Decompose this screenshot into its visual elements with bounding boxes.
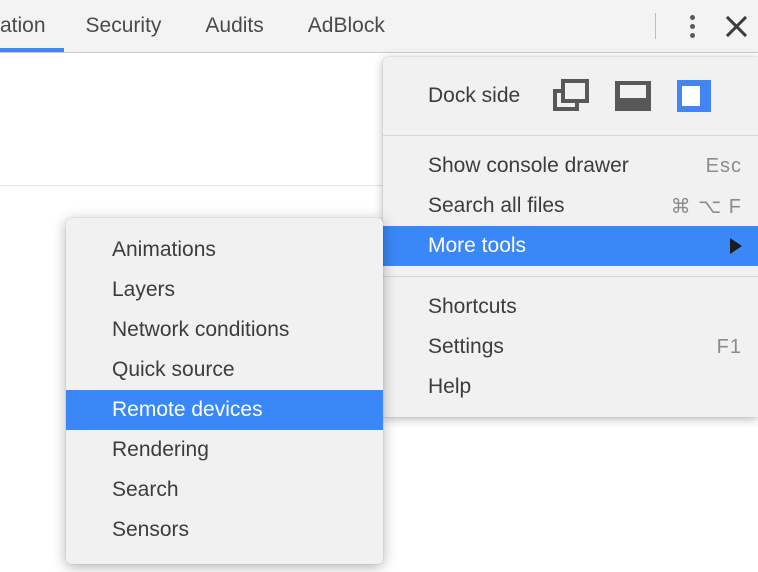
menu-item-label: Show console drawer xyxy=(428,154,629,177)
submenu-item-layers[interactable]: Layers xyxy=(66,270,383,310)
menu-item-label: Remote devices xyxy=(112,398,263,421)
dock-side-label: Dock side xyxy=(428,84,521,107)
menu-item-shortcut: ⌘ ⌥ F xyxy=(670,195,742,218)
toolbar-actions xyxy=(655,0,758,52)
close-devtools-button[interactable] xyxy=(714,4,758,48)
menu-item-label: Rendering xyxy=(112,438,209,461)
main-menu-group-b: Shortcuts Settings F1 Help xyxy=(383,277,758,417)
submenu-item-sensors[interactable]: Sensors xyxy=(66,510,383,550)
submenu-item-quick-source[interactable]: Quick source xyxy=(66,350,383,390)
main-options-menu: Dock side Show console drawer Esc Search a… xyxy=(383,57,758,417)
menu-item-label: Animations xyxy=(112,238,216,261)
tab-ation[interactable]: ation xyxy=(0,0,64,52)
devtools-toolbar: ation Security Audits AdBlock xyxy=(0,0,758,53)
tab-adblock[interactable]: AdBlock xyxy=(286,0,407,52)
menu-item-label: Shortcuts xyxy=(428,295,517,318)
dock-to-bottom-icon[interactable] xyxy=(615,81,652,111)
menu-item-help[interactable]: Help xyxy=(383,367,758,407)
tab-strip: ation Security Audits AdBlock xyxy=(0,0,407,52)
tab-security[interactable]: Security xyxy=(64,0,184,52)
menu-item-shortcut: Esc xyxy=(705,154,742,177)
menu-item-label: Quick source xyxy=(112,358,235,381)
menu-item-label: Settings xyxy=(428,335,504,358)
main-menu-group-a: Show console drawer Esc Search all files ⌘ … xyxy=(383,136,758,276)
kebab-menu-icon xyxy=(689,14,695,38)
menu-item-more-tools[interactable]: More tools xyxy=(383,226,758,266)
menu-item-shortcut: F1 xyxy=(716,335,742,358)
menu-item-label: More tools xyxy=(428,234,527,257)
menu-item-settings[interactable]: Settings F1 xyxy=(383,327,758,367)
submenu-item-network-conditions[interactable]: Network conditions xyxy=(66,310,383,350)
menu-item-label: Network conditions xyxy=(112,318,290,341)
dock-to-right-icon[interactable] xyxy=(677,80,712,112)
menu-item-label: Help xyxy=(428,375,472,398)
dock-side-row: Dock side xyxy=(383,57,758,135)
submenu-item-animations[interactable]: Animations xyxy=(66,230,383,270)
devtools-window: ationSecurityAuditsAdBlock Dock side xyxy=(0,0,758,572)
menu-item-shortcuts[interactable]: Shortcuts xyxy=(383,287,758,327)
menu-item-show-console-drawer[interactable]: Show console drawer Esc xyxy=(383,146,758,186)
submenu-arrow-icon xyxy=(730,238,742,254)
dock-side-options xyxy=(553,79,712,113)
more-options-button[interactable] xyxy=(670,4,714,48)
submenu-item-remote-devices[interactable]: Remote devices xyxy=(66,390,383,430)
menu-item-label: Search xyxy=(112,478,179,501)
undock-into-separate-window-icon[interactable] xyxy=(553,79,590,113)
menu-item-label: Search all files xyxy=(428,194,565,217)
close-icon xyxy=(723,13,749,39)
tab-audits[interactable]: Audits xyxy=(183,0,285,52)
more-tools-submenu: Animations Layers Network conditions Quick … xyxy=(66,218,383,564)
menu-item-label: Layers xyxy=(112,278,176,301)
menu-item-label: Sensors xyxy=(112,518,190,541)
submenu-item-search[interactable]: Search xyxy=(66,470,383,510)
toolbar-divider xyxy=(655,13,656,39)
submenu-item-rendering[interactable]: Rendering xyxy=(66,430,383,470)
menu-item-search-all-files[interactable]: Search all files ⌘ ⌥ F xyxy=(383,186,758,226)
